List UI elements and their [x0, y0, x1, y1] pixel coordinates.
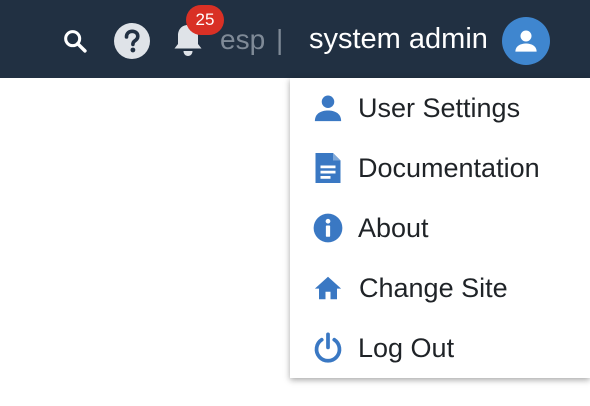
document-icon: [312, 152, 344, 184]
user-name-label[interactable]: system admin: [309, 20, 488, 58]
user-dropdown-menu: User Settings Documentation About Change…: [290, 78, 590, 378]
menu-item-documentation[interactable]: Documentation: [290, 138, 590, 198]
user-icon: [515, 30, 537, 52]
help-circle-icon: [114, 23, 150, 59]
menu-item-label: User Settings: [358, 93, 521, 123]
menu-item-label: Log Out: [358, 333, 455, 363]
search-icon: [64, 30, 87, 53]
help-button[interactable]: [113, 22, 151, 60]
site-code-label[interactable]: esp: [220, 22, 265, 58]
menu-item-label: Documentation: [358, 153, 540, 183]
menu-item-label: Change Site: [359, 273, 508, 303]
notification-count-badge: 25: [186, 5, 224, 35]
menu-item-change-site[interactable]: Change Site: [290, 258, 590, 318]
avatar-button[interactable]: [502, 17, 550, 65]
menu-item-label: About: [358, 213, 429, 243]
header-separator: |: [276, 24, 284, 55]
user-icon: [312, 92, 344, 124]
menu-item-user-settings[interactable]: User Settings: [290, 78, 590, 138]
power-icon: [312, 332, 344, 364]
home-icon: [312, 272, 344, 304]
info-icon: [312, 212, 344, 244]
search-button[interactable]: [60, 26, 90, 56]
menu-item-about[interactable]: About: [290, 198, 590, 258]
top-navigation-bar: 25 esp | system admin: [0, 0, 590, 78]
menu-item-log-out[interactable]: Log Out: [290, 318, 590, 378]
